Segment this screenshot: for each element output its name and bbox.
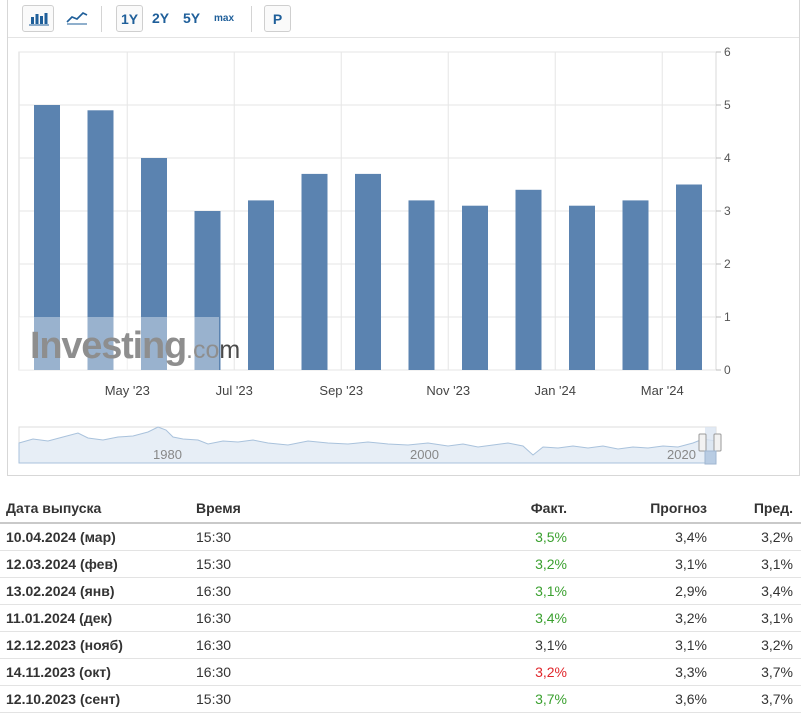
forecast-value: 3,6% [575,685,715,713]
y-tick-label: 3 [724,204,731,218]
watermark-overlay [19,317,219,370]
x-tick-label: May '23 [105,383,150,398]
bar[interactable] [462,205,488,370]
previous-value: 3,1% [715,550,801,578]
release-time: 16:30 [190,577,370,605]
forecast-value: 3,3% [575,658,715,686]
bar[interactable] [355,173,381,370]
header-forecast: Прогноз [575,494,715,524]
table-row: 10.04.2024 (мар) 15:30 3,5% 3,4% 3,2% [0,523,801,551]
navigator-label-2000: 2000 [410,447,439,462]
release-time: 16:30 [190,631,370,659]
actual-value: 3,5% [370,523,575,551]
y-axis-ticks: 0 1 2 3 4 5 6 [716,45,731,377]
x-tick-label: Sep '23 [319,383,363,398]
table-row: 12.03.2024 (фев) 15:30 3,2% 3,1% 3,1% [0,550,801,578]
bar[interactable] [569,205,595,370]
y-tick-label: 4 [724,151,731,165]
previous-value: 3,1% [715,604,801,632]
chart-svg: Investing .com 0123456 May '23 Jul '23 Sep… [18,45,731,465]
chart-widget: 1Y 2Y 5Y max P Investing .com 0123456 Ma… [7,0,800,476]
navigator-handle-right[interactable] [713,433,722,452]
actual-value: 3,1% [370,577,575,605]
actual-value: 3,1% [370,631,575,659]
header-release-date: Дата выпуска [0,494,190,524]
y-tick-label: 1 [724,310,731,324]
table-row: 12.10.2023 (сент) 15:30 3,7% 3,6% 3,7% [0,685,801,713]
previous-value: 3,2% [715,523,801,551]
y-tick-label: 6 [724,45,731,59]
bar[interactable] [248,200,274,370]
bar[interactable] [676,184,702,371]
table-row: 13.02.2024 (янв) 16:30 3,1% 2,9% 3,4% [0,577,801,605]
release-time: 16:30 [190,604,370,632]
actual-value: 3,4% [370,604,575,632]
header-time: Время [190,494,370,524]
y-tick-label: 5 [724,98,731,112]
release-time: 16:30 [190,658,370,686]
bar[interactable] [301,173,328,370]
release-time: 15:30 [190,523,370,551]
previous-value: 3,4% [715,577,801,605]
table-row: 14.11.2023 (окт) 16:30 3,2% 3,3% 3,7% [0,658,801,686]
actual-value: 3,7% [370,685,575,713]
x-axis-ticks: May '23 Jul '23 Sep '23 Nov '23 Jan '24 Mar '… [105,383,684,398]
navigator-label-2020: 2020 [667,447,696,462]
navigator-label-1980: 1980 [153,447,182,462]
release-date: 10.04.2024 (мар) [0,523,190,551]
bar[interactable] [515,189,542,370]
previous-value: 3,2% [715,631,801,659]
x-tick-label: Nov '23 [426,383,470,398]
table-header-row: Дата выпуска Время Факт. Прогноз Пред. [0,494,801,524]
previous-value: 3,7% [715,658,801,686]
forecast-value: 3,4% [575,523,715,551]
release-date: 12.03.2024 (фев) [0,550,190,578]
forecast-value: 3,2% [575,604,715,632]
release-time: 15:30 [190,550,370,578]
release-date: 12.10.2023 (сент) [0,685,190,713]
previous-value: 3,7% [715,685,801,713]
navigator-scrollbar[interactable] [704,450,717,465]
x-tick-label: Jan '24 [534,383,576,398]
bar[interactable] [408,200,435,370]
release-date: 12.12.2023 (нояб) [0,631,190,659]
table-row: 12.12.2023 (нояб) 16:30 3,1% 3,1% 3,2% [0,631,801,659]
release-date: 14.11.2023 (окт) [0,658,190,686]
forecast-value: 3,1% [575,631,715,659]
history-table: Дата выпуска Время Факт. Прогноз Пред. 1… [0,494,801,713]
y-tick-label: 2 [724,257,731,271]
navigator-handle-left[interactable] [698,433,707,452]
navigator[interactable]: 1980 2000 2020 [18,426,722,465]
forecast-value: 2,9% [575,577,715,605]
header-actual: Факт. [370,494,575,524]
forecast-value: 3,1% [575,550,715,578]
x-tick-label: Jul '23 [216,383,253,398]
actual-value: 3,2% [370,658,575,686]
release-date: 11.01.2024 (дек) [0,604,190,632]
y-tick-label: 0 [724,363,731,377]
actual-value: 3,2% [370,550,575,578]
release-date: 13.02.2024 (янв) [0,577,190,605]
bar[interactable] [622,200,649,370]
table-row: 11.01.2024 (дек) 16:30 3,4% 3,2% 3,1% [0,604,801,632]
x-tick-label: Mar '24 [641,383,684,398]
header-previous: Пред. [715,494,801,524]
release-time: 15:30 [190,685,370,713]
